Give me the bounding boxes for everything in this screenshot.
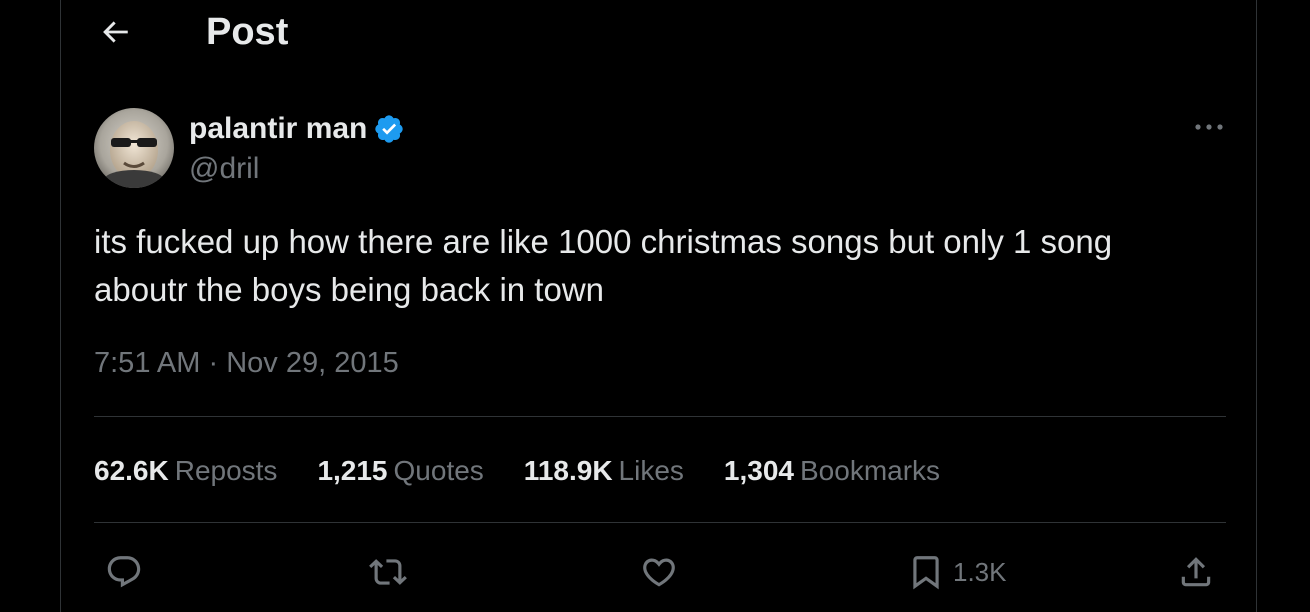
avatar-image bbox=[94, 108, 174, 188]
author-name[interactable]: palantir man bbox=[189, 110, 405, 148]
stat-likes[interactable]: 118.9K Likes bbox=[524, 450, 684, 492]
reply-button[interactable] bbox=[105, 552, 143, 592]
more-icon bbox=[1195, 124, 1223, 130]
tweet-text: its fucked up how there are like 1000 ch… bbox=[94, 223, 1113, 308]
reply-icon bbox=[107, 556, 141, 588]
share-icon bbox=[1181, 557, 1211, 587]
more-options-button[interactable] bbox=[1189, 112, 1229, 142]
arrow-left-icon bbox=[103, 21, 128, 43]
stat-reposts[interactable]: 62.6K Reposts bbox=[94, 450, 277, 492]
stat-label: Bookmarks bbox=[800, 455, 941, 486]
stat-value: 118.9K bbox=[523, 455, 613, 486]
avatar[interactable] bbox=[94, 108, 174, 188]
tweet-time: 7:51 AM bbox=[94, 347, 201, 379]
stat-label: Reposts bbox=[174, 455, 278, 486]
stat-quotes[interactable]: 1,215 Quotes bbox=[317, 450, 483, 492]
page-title: Post bbox=[206, 11, 289, 53]
verified-badge-icon bbox=[375, 115, 404, 143]
bookmark-count: 1.3K bbox=[953, 556, 1007, 587]
stat-label: Quotes bbox=[393, 455, 484, 486]
divider bbox=[94, 416, 1226, 417]
back-button[interactable] bbox=[95, 12, 135, 52]
author-handle[interactable]: @dril bbox=[189, 150, 259, 188]
post-column: Post palantir man @dril its fucked up ho… bbox=[60, 0, 1257, 612]
stat-label: Likes bbox=[618, 455, 684, 486]
bookmark-icon bbox=[913, 556, 939, 590]
repost-icon bbox=[369, 559, 407, 585]
engagement-stats: 62.6K Reposts 1,215 Quotes 118.9K Likes 1,3… bbox=[94, 450, 940, 492]
heart-icon bbox=[643, 558, 675, 587]
bookmark-button[interactable]: 1.3K bbox=[907, 552, 1007, 592]
timestamp-separator: · bbox=[208, 347, 219, 379]
tweet-timestamp[interactable]: 7:51 AM · Nov 29, 2015 bbox=[94, 344, 399, 382]
stat-value: 1,215 bbox=[317, 455, 388, 486]
tweet-date: Nov 29, 2015 bbox=[226, 347, 399, 379]
author-display-name: palantir man bbox=[189, 112, 368, 145]
stat-bookmarks[interactable]: 1,304 Bookmarks bbox=[724, 450, 940, 492]
stat-value: 1,304 bbox=[723, 455, 794, 486]
divider bbox=[94, 522, 1226, 523]
stat-value: 62.6K bbox=[94, 455, 169, 486]
repost-button[interactable] bbox=[369, 552, 407, 592]
like-button[interactable] bbox=[640, 552, 678, 592]
share-button[interactable] bbox=[1177, 552, 1215, 592]
